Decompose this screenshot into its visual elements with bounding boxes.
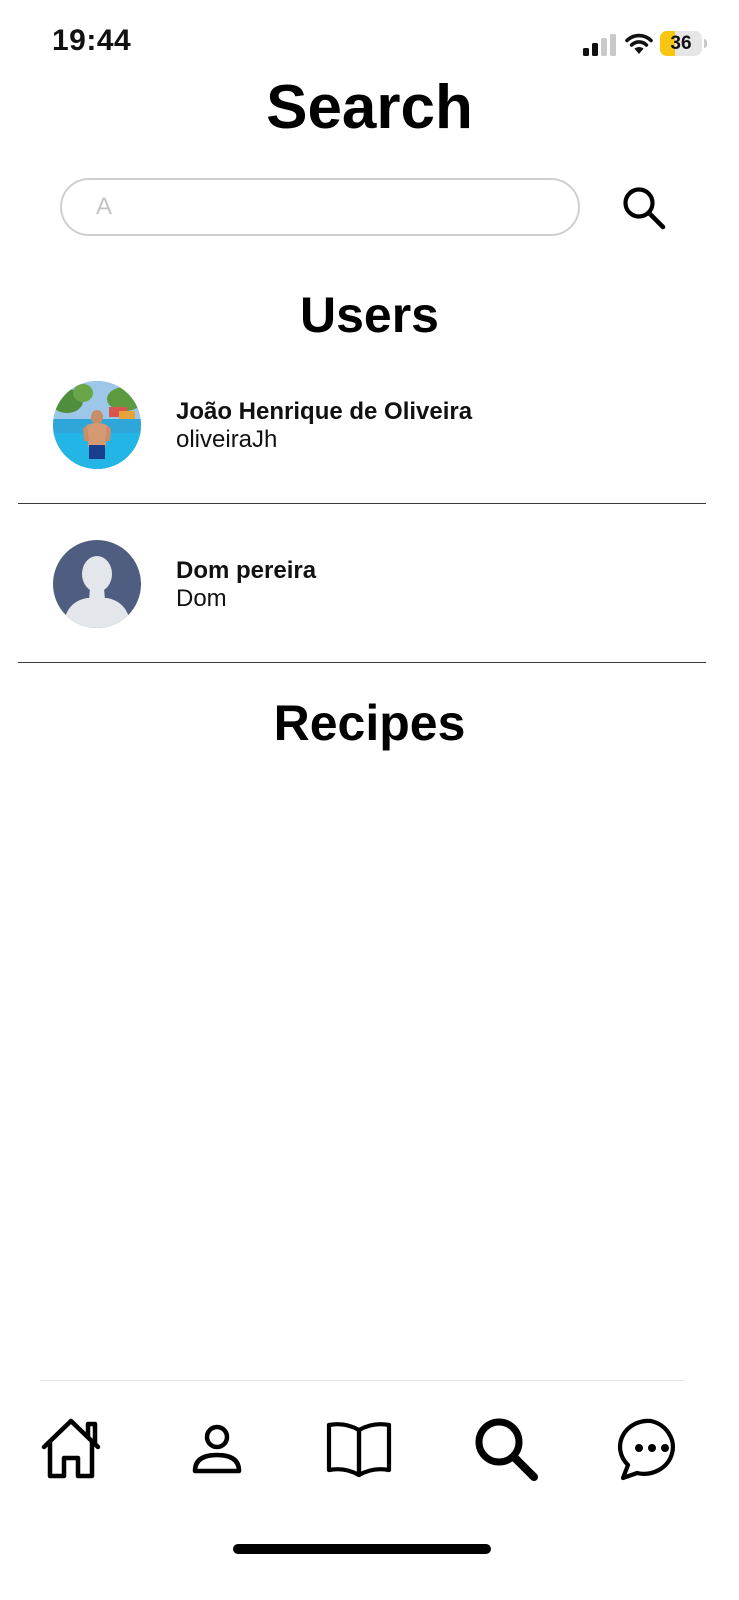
search-icon xyxy=(623,187,666,230)
photo-avatar xyxy=(53,381,141,469)
status-time: 19:44 xyxy=(52,24,132,57)
profile-icon xyxy=(192,1424,242,1474)
nav-home-button[interactable] xyxy=(34,1412,108,1486)
wifi-icon xyxy=(624,30,654,56)
bottom-nav xyxy=(0,1400,739,1500)
user-display-name: Dom pereira xyxy=(176,557,317,584)
nav-divider xyxy=(40,1380,684,1381)
cellular-signal-icon xyxy=(583,34,617,56)
user-list-item[interactable]: João Henrique de Oliveira oliveiraJh xyxy=(18,364,706,504)
nav-profile-button[interactable] xyxy=(180,1412,254,1486)
home-icon xyxy=(41,1418,101,1479)
nav-search-button[interactable] xyxy=(469,1412,543,1486)
users-heading: Users xyxy=(300,287,439,343)
book-icon xyxy=(326,1422,392,1478)
nav-recipes-button[interactable] xyxy=(322,1412,396,1486)
user-avatar xyxy=(53,381,141,469)
user-list-item[interactable]: Dom pereira Dom xyxy=(18,523,706,663)
user-username: Dom xyxy=(176,585,227,612)
page-title: Search xyxy=(266,73,473,142)
search-button[interactable] xyxy=(620,184,668,232)
home-indicator xyxy=(233,1544,491,1554)
user-display-name: João Henrique de Oliveira xyxy=(176,398,473,425)
search-input[interactable] xyxy=(60,178,580,236)
battery-level: 36 xyxy=(670,33,692,54)
battery-indicator: 36 xyxy=(660,31,708,56)
user-username: oliveiraJh xyxy=(176,426,278,453)
chat-icon xyxy=(617,1418,675,1481)
search-icon xyxy=(475,1418,538,1481)
nav-chat-button[interactable] xyxy=(614,1412,688,1486)
recipes-heading: Recipes xyxy=(273,695,466,751)
user-avatar xyxy=(53,540,141,628)
default-avatar-icon xyxy=(53,540,141,628)
